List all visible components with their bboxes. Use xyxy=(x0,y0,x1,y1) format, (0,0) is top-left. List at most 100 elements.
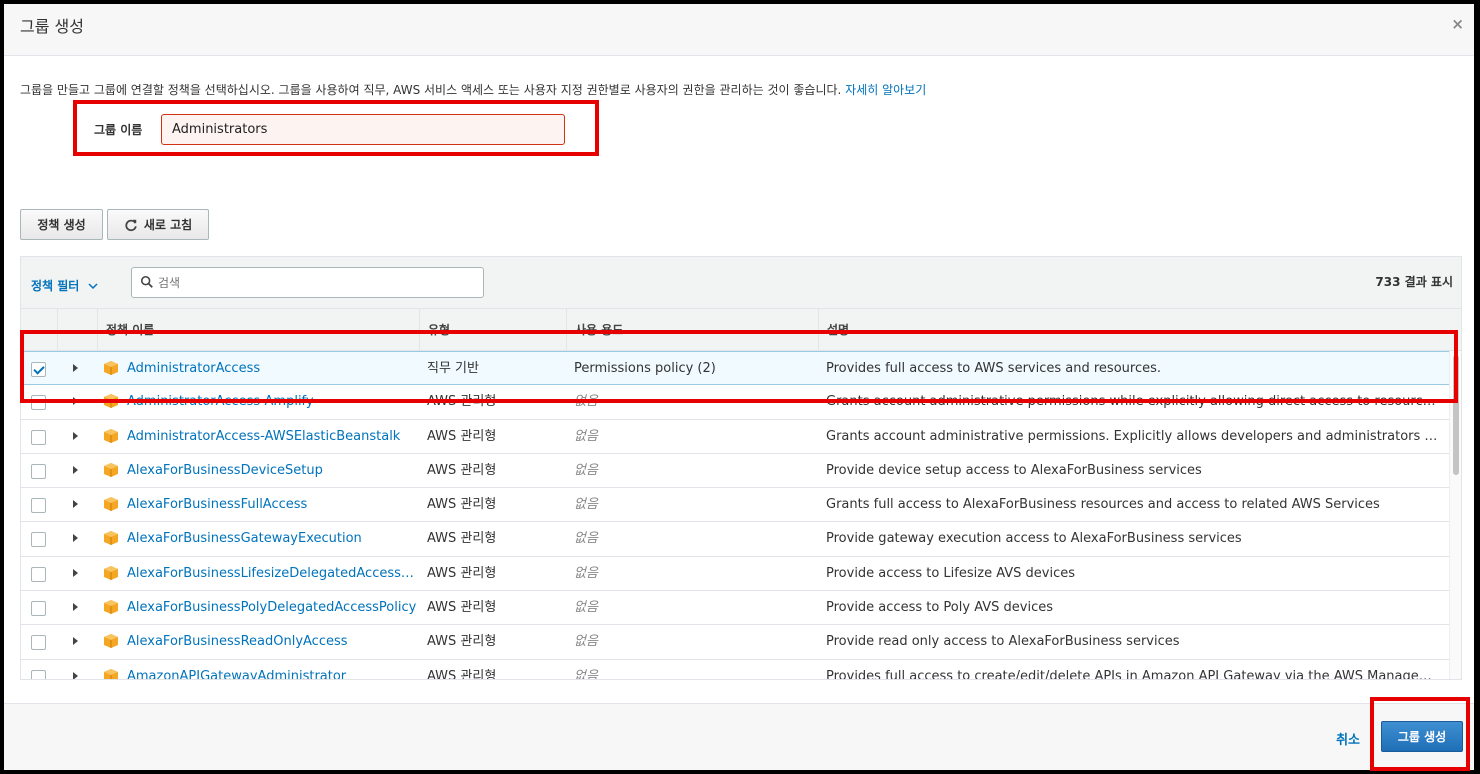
policy-description: Provide read only access to AlexaForBusi… xyxy=(826,634,1180,650)
policy-description: Provides full access to AWS services and… xyxy=(826,361,1161,376)
policy-description: Provide access to Lifesize AVS devices xyxy=(826,565,1076,581)
policy-type: AWS 관리형 xyxy=(427,531,497,547)
table-header: 정책 이름 유형 사용 용도 설명 xyxy=(21,309,1461,351)
scrollbar-thumb[interactable] xyxy=(1453,355,1459,475)
policy-usage: 없음 xyxy=(574,565,598,581)
row-checkbox[interactable] xyxy=(31,532,46,548)
policy-table: 정책 필터 733 결과 표시 정책 이름 유형 사용 용도 설명 Admini… xyxy=(20,256,1462,680)
row-checkbox[interactable] xyxy=(31,635,46,651)
row-checkbox[interactable] xyxy=(31,463,46,479)
search-input[interactable] xyxy=(156,268,476,297)
policy-usage: 없음 xyxy=(574,497,598,513)
header-usage[interactable]: 사용 용도 xyxy=(566,309,818,351)
expand-arrow-icon[interactable] xyxy=(73,397,78,406)
dialog-title: 그룹 생성 xyxy=(20,17,84,36)
description-text: 그룹을 만들고 그룹에 연결할 정책을 선택하십시오. 그룹을 사용하여 직무,… xyxy=(20,83,842,97)
create-group-button[interactable]: 그룹 생성 xyxy=(1381,721,1463,752)
dialog-footer: 취소 그룹 생성 xyxy=(4,703,1474,770)
create-policy-label: 정책 생성 xyxy=(37,218,86,232)
policy-name-link[interactable]: AlexaForBusinessGatewayExecution xyxy=(127,522,417,556)
table-row[interactable]: AlexaForBusinessLifesizeDelegatedAccessP… xyxy=(21,556,1449,592)
row-checkbox[interactable] xyxy=(31,362,46,377)
policy-type: AWS 관리형 xyxy=(427,394,497,410)
row-checkbox[interactable] xyxy=(31,429,46,445)
policy-type: AWS 관리형 xyxy=(427,600,497,616)
policy-box-icon xyxy=(104,462,118,477)
policy-box-icon xyxy=(104,565,118,580)
result-count: 733 결과 표시 xyxy=(1375,275,1453,289)
row-checkbox[interactable] xyxy=(31,395,46,411)
policy-box-icon xyxy=(104,394,118,409)
group-name-input[interactable] xyxy=(161,114,565,145)
close-icon[interactable]: × xyxy=(1451,15,1464,33)
table-row[interactable]: AdministratorAccess-Amplify AWS 관리형 없음 Gran… xyxy=(21,385,1449,420)
create-policy-button[interactable]: 정책 생성 xyxy=(20,209,103,240)
expand-arrow-icon[interactable] xyxy=(73,465,78,474)
expand-arrow-icon[interactable] xyxy=(73,364,78,372)
search-icon xyxy=(140,275,153,288)
refresh-icon xyxy=(125,219,137,231)
expand-arrow-icon[interactable] xyxy=(73,637,78,646)
policy-name-link[interactable]: AlexaForBusinessPolyDelegatedAccessPolic… xyxy=(127,591,417,625)
row-checkbox[interactable] xyxy=(31,669,46,679)
policy-description: Provide access to Poly AVS devices xyxy=(826,600,1054,616)
policy-name-link[interactable]: AmazonAPIGatewayAdministrator xyxy=(127,660,417,679)
policy-name-link[interactable]: AlexaForBusinessFullAccess xyxy=(127,488,417,522)
policy-type: AWS 관리형 xyxy=(427,428,497,444)
row-checkbox[interactable] xyxy=(31,498,46,514)
policy-name-link[interactable]: AdministratorAccess xyxy=(127,352,417,386)
policy-description: Grants account administrative permission… xyxy=(826,428,1438,444)
policy-box-icon xyxy=(104,361,118,375)
expand-arrow-icon[interactable] xyxy=(73,500,78,509)
expand-arrow-icon[interactable] xyxy=(73,534,78,543)
header-expand-col xyxy=(57,309,97,351)
table-row[interactable]: AmazonAPIGatewayAdministrator AWS 관리형 없음 Pr… xyxy=(21,659,1449,680)
header-policy-name[interactable]: 정책 이름 xyxy=(97,309,419,351)
learn-more-link[interactable]: 자세히 알아보기 xyxy=(845,83,926,97)
policy-box-icon xyxy=(104,668,118,679)
policy-box-icon xyxy=(104,531,118,546)
table-row[interactable]: AlexaForBusinessPolyDelegatedAccessPolic… xyxy=(21,591,1449,626)
policy-name-link[interactable]: AlexaForBusinessReadOnlyAccess xyxy=(127,625,417,659)
policy-name-link[interactable]: AdministratorAccess-AWSElasticBeanstalk xyxy=(127,420,417,454)
table-row[interactable]: AdministratorAccess-AWSElasticBeanstalk A… xyxy=(21,419,1449,454)
policy-box-icon xyxy=(104,634,118,649)
policy-type: AWS 관리형 xyxy=(427,462,497,478)
expand-arrow-icon[interactable] xyxy=(73,431,78,440)
expand-arrow-icon[interactable] xyxy=(73,603,78,612)
refresh-button[interactable]: 새로 고침 xyxy=(107,209,209,240)
policy-name-link[interactable]: AlexaForBusinessDeviceSetup xyxy=(127,454,417,488)
policy-filter-label: 정책 필터 xyxy=(31,279,80,293)
policy-description: Provide gateway execution access to Alex… xyxy=(826,531,1242,547)
table-row[interactable]: AlexaForBusinessFullAccess AWS 관리형 없음 Grant… xyxy=(21,488,1449,523)
policy-description: Grants full access to AlexaForBusiness r… xyxy=(826,497,1380,513)
table-toolbar: 정책 필터 733 결과 표시 xyxy=(21,257,1461,309)
policy-description: Provides full access to create/edit/dele… xyxy=(826,668,1438,680)
table-row[interactable]: AlexaForBusinessDeviceSetup AWS 관리형 없음 Prov… xyxy=(21,453,1449,489)
table-row[interactable]: AdministratorAccess 직무 기반 Permissions poli… xyxy=(21,351,1449,386)
header-type[interactable]: 유형 xyxy=(419,309,566,351)
policy-name-link[interactable]: AdministratorAccess-Amplify xyxy=(127,385,417,419)
policy-box-icon xyxy=(104,428,118,443)
expand-arrow-icon[interactable] xyxy=(73,568,78,577)
header-description[interactable]: 설명 xyxy=(818,309,1461,351)
policy-type: 직무 기반 xyxy=(427,361,479,376)
table-row[interactable]: AlexaForBusinessReadOnlyAccess AWS 관리형 없음 P… xyxy=(21,625,1449,660)
cancel-button[interactable]: 취소 xyxy=(1336,729,1360,748)
dialog-header: 그룹 생성 × xyxy=(4,4,1474,56)
chevron-down-icon xyxy=(88,283,98,290)
row-checkbox[interactable] xyxy=(31,601,46,617)
refresh-label: 새로 고침 xyxy=(143,218,193,232)
row-checkbox[interactable] xyxy=(31,566,46,582)
policy-type: AWS 관리형 xyxy=(427,634,497,650)
group-name-label: 그룹 이름 xyxy=(94,123,143,137)
policy-usage: 없음 xyxy=(574,600,598,616)
table-row[interactable]: AlexaForBusinessGatewayExecution AWS 관리형 없… xyxy=(21,522,1449,557)
search-box xyxy=(131,267,484,298)
table-scrollbar[interactable] xyxy=(1449,351,1461,679)
expand-arrow-icon[interactable] xyxy=(73,671,78,679)
policy-usage: 없음 xyxy=(574,634,598,650)
policy-filter-dropdown[interactable]: 정책 필터 xyxy=(31,277,98,294)
policy-name-link[interactable]: AlexaForBusinessLifesizeDelegatedAccessP… xyxy=(127,557,417,591)
policy-usage: 없음 xyxy=(574,394,598,410)
